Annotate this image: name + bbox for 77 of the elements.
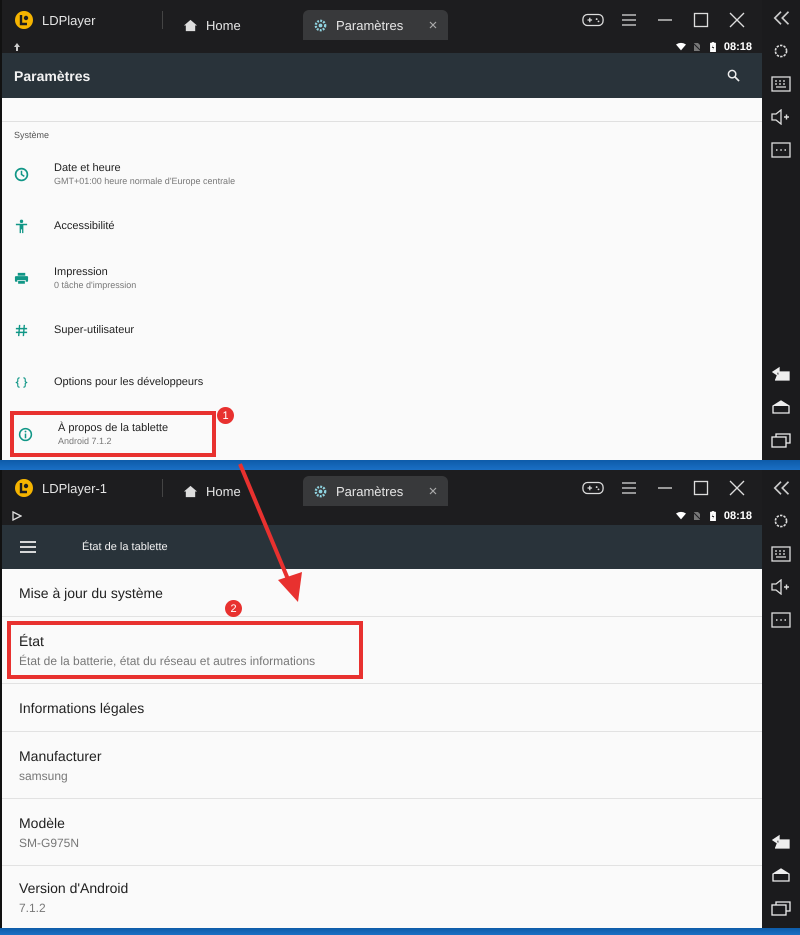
gamepad-icon[interactable] bbox=[582, 12, 604, 28]
home-icon[interactable] bbox=[771, 867, 791, 883]
info-icon bbox=[18, 426, 33, 442]
keyboard-icon[interactable] bbox=[771, 546, 791, 562]
more-icon[interactable] bbox=[771, 612, 791, 628]
house-icon bbox=[183, 484, 198, 498]
tab[interactable]: Paramètres bbox=[303, 10, 448, 40]
step-marker: 2 bbox=[225, 600, 242, 617]
settings-item[interactable]: Date et heure GMT+01:00 heure normale d'Europe centrale bbox=[2, 148, 236, 200]
toolbar-title: État de la tablette bbox=[82, 541, 168, 553]
logo-icon bbox=[14, 478, 34, 498]
item-title: État bbox=[19, 632, 45, 648]
gear-icon bbox=[313, 18, 328, 32]
logo-icon bbox=[14, 10, 34, 30]
clock-icon bbox=[14, 166, 29, 182]
item-subtitle: État de la batterie, état du réseau et autres informations bbox=[19, 654, 316, 668]
tab[interactable]: Paramètres bbox=[303, 476, 448, 506]
item-subtitle: GMT+01:00 heure normale d'Europe centrale bbox=[54, 176, 236, 186]
back-icon[interactable] bbox=[771, 366, 791, 382]
volume-up-icon[interactable] bbox=[771, 579, 791, 595]
item-subtitle: samsung bbox=[19, 768, 69, 782]
status-time: 08:18 bbox=[724, 40, 752, 52]
menu-icon[interactable] bbox=[20, 541, 36, 553]
item-title: Impression bbox=[54, 266, 109, 278]
item-title: Options pour les développeurs bbox=[54, 376, 204, 388]
volume-up-icon[interactable] bbox=[771, 109, 791, 125]
settings-item[interactable]: Informations légales bbox=[2, 684, 144, 731]
gamepad-icon[interactable] bbox=[582, 480, 604, 496]
search-icon[interactable] bbox=[727, 69, 740, 82]
item-title: Date et heure bbox=[54, 162, 122, 174]
back-icon[interactable] bbox=[771, 834, 791, 850]
item-title: À propos de la tablette bbox=[58, 422, 168, 434]
item-title: Version d'Android bbox=[19, 880, 128, 896]
printer-icon bbox=[14, 270, 29, 286]
item-subtitle: 0 tâche d'impression bbox=[54, 280, 136, 290]
app-title: LDPlayer-1 bbox=[42, 480, 108, 496]
item-subtitle: 7.1.2 bbox=[19, 900, 47, 914]
battery-icon bbox=[708, 510, 718, 520]
collapse-icon[interactable] bbox=[771, 10, 791, 26]
more-icon[interactable] bbox=[771, 142, 791, 158]
play-icon bbox=[12, 510, 22, 520]
home-icon[interactable] bbox=[771, 399, 791, 415]
item-subtitle: Android 7.1.2 bbox=[58, 436, 113, 446]
settings-item[interactable]: Impression 0 tâche d'impression bbox=[2, 252, 136, 304]
wifi-icon bbox=[676, 42, 686, 52]
house-icon bbox=[183, 18, 198, 32]
item-title: Manufacturer bbox=[19, 748, 102, 764]
keyboard-icon[interactable] bbox=[771, 76, 791, 92]
settings-item[interactable]: Modèle SM-G975N bbox=[2, 799, 80, 865]
step-marker: 1 bbox=[217, 407, 234, 424]
braces-icon bbox=[14, 374, 29, 390]
item-subtitle: SM-G975N bbox=[19, 836, 80, 850]
status-time: 08:18 bbox=[724, 510, 752, 522]
settings-item[interactable]: Version d'Android 7.1.2 bbox=[2, 866, 128, 928]
tab[interactable]: Home bbox=[173, 476, 303, 506]
collapse-icon[interactable] bbox=[771, 480, 791, 496]
settings-item[interactable]: Manufacturer samsung bbox=[2, 732, 102, 798]
item-title: Mise à jour du système bbox=[19, 584, 163, 600]
settings-item[interactable]: Options pour les développeurs bbox=[2, 356, 204, 408]
toolbar-title: Paramètres bbox=[14, 68, 90, 84]
hash-icon bbox=[14, 322, 29, 338]
item-title: Informations légales bbox=[19, 700, 144, 716]
notification-icon bbox=[12, 42, 22, 52]
tab[interactable]: Home bbox=[173, 10, 303, 40]
gear-icon bbox=[313, 484, 328, 498]
recents-icon[interactable] bbox=[771, 900, 791, 916]
no-sim-icon bbox=[692, 510, 702, 520]
settings-item[interactable]: Super-utilisateur bbox=[2, 304, 134, 356]
settings-item[interactable]: Accessibilité bbox=[2, 200, 115, 252]
item-title: Accessibilité bbox=[54, 220, 115, 232]
item-title: Super-utilisateur bbox=[54, 324, 134, 336]
item-title: Modèle bbox=[19, 814, 66, 830]
accessibility-icon bbox=[14, 218, 29, 234]
wifi-icon bbox=[676, 510, 686, 520]
recents-icon[interactable] bbox=[771, 432, 791, 448]
app-title: LDPlayer bbox=[42, 12, 96, 28]
section-header: Système bbox=[13, 129, 50, 142]
